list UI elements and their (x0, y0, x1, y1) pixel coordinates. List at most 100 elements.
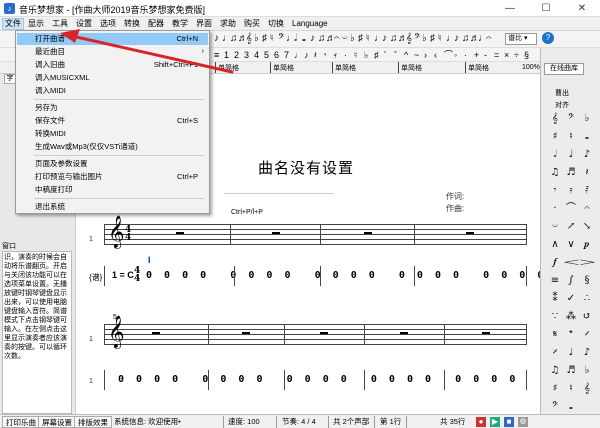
toolbar-symbol-button[interactable]: ♯ (374, 49, 379, 61)
toolbar-symbol-button[interactable]: ʼ (384, 49, 386, 61)
toolbar-note-button[interactable]: ♪ (454, 33, 459, 45)
palette-symbol-button[interactable]: 𝄾 (548, 184, 562, 197)
toolbar-note-button[interactable]: 𝅗𝅥 (294, 33, 297, 45)
key-signature[interactable]: 1 = C (112, 270, 134, 280)
toolbar-note-button[interactable]: ♪ (382, 33, 387, 45)
palette-symbol-button[interactable]: ↘ (580, 220, 594, 233)
close-button[interactable]: ✕ (564, 0, 600, 17)
output-label[interactable]: 曹出 (555, 88, 569, 98)
palette-symbol-button[interactable]: 𝅗𝅥 (548, 148, 562, 161)
palette-symbol-button[interactable]: ♮ (564, 382, 578, 395)
toolbar-symbol-button[interactable]: ‹ (434, 49, 437, 61)
palette-symbol-button[interactable]: ∨ (564, 238, 578, 251)
palette-symbol-button[interactable]: 𝆑 (548, 256, 562, 269)
menu-language[interactable]: Language (290, 18, 330, 30)
score-title[interactable]: 曲名没有设置 (258, 157, 354, 178)
menu-exit[interactable]: 退出系统 (17, 201, 208, 213)
tab-screen-settings[interactable]: 屏幕设置 (38, 416, 76, 428)
palette-symbol-button[interactable]: ♭ (580, 112, 594, 125)
toolbar-symbol-button[interactable]: 6 (274, 49, 279, 61)
palette-symbol-button[interactable]: 𝄽 (580, 166, 594, 179)
menu-orchestration[interactable]: 配器 (146, 18, 166, 30)
toolbar-symbol-button[interactable]: ~ (414, 49, 419, 61)
palette-symbol-button[interactable]: ♭ (580, 364, 594, 377)
palette-symbol-button[interactable]: 𝄢 (564, 112, 578, 125)
palette-symbol-button[interactable]: ⁂ (564, 310, 578, 323)
palette-symbol-button[interactable]: 𝅝 (580, 130, 594, 143)
palette-symbol-button[interactable]: ♬ (564, 166, 578, 179)
palette-symbol-button[interactable]: ♮ (564, 130, 578, 143)
toolbar-symbol-button[interactable]: ∙ (464, 49, 467, 61)
palette-symbol-button[interactable]: ∴ (580, 292, 594, 305)
palette-symbol-button[interactable]: ♫ (548, 364, 562, 377)
online-library-button[interactable]: 在线曲库 (544, 63, 584, 75)
toolbar-note-button[interactable]: 𝄐 (334, 33, 340, 45)
toolbar-symbol-button[interactable]: ^ (404, 49, 408, 61)
palette-symbol-button[interactable]: ♪ (580, 346, 594, 359)
palette-symbol-button[interactable]: 𝄞 (548, 112, 562, 125)
palette-symbol-button[interactable]: 𝄿 (564, 184, 578, 197)
settings-icon[interactable]: ⚙ (518, 417, 528, 427)
toolbar-note-button[interactable]: 𝄞 (246, 33, 252, 45)
toolbar-symbol-button[interactable]: 2 (234, 49, 239, 61)
toolbar-note-button[interactable]: 𝄢 (414, 33, 420, 45)
palette-symbol-button[interactable]: 𝆒 (564, 256, 579, 269)
toolbar-symbol-button[interactable]: - (484, 49, 487, 61)
toolbar-note-button[interactable]: 𝄢 (278, 33, 284, 45)
jianpu-notes-row[interactable]: 0 0 0 0 0 0 0 0 0 0 0 0 0 0 0 0 0 0 0 0 (146, 270, 543, 281)
palette-symbol-button[interactable]: 𝄞 (580, 382, 594, 395)
toolbar-note-button[interactable]: ♫ (318, 33, 326, 45)
menu-import-musicxml[interactable]: 调入MUSICXML (17, 72, 208, 84)
palette-symbol-button[interactable]: ∫ (564, 274, 578, 287)
palette-symbol-button[interactable]: 𝄌 (564, 328, 578, 341)
menu-import-midi[interactable]: 调入MIDI (17, 85, 208, 97)
palette-symbol-button[interactable]: 𝅀 (580, 184, 594, 197)
toolbar-symbol-button[interactable]: + (474, 49, 479, 61)
toolbar-note-button[interactable]: 𝅝 (302, 33, 306, 45)
toolbar-symbol-button[interactable]: ♭ (364, 49, 368, 61)
palette-symbol-button[interactable]: 𝄑 (548, 220, 562, 233)
tab-layout-effect[interactable]: 排版效果 (74, 416, 112, 428)
palette-symbol-button[interactable]: · (548, 202, 562, 215)
menu-view[interactable]: 显示 (26, 18, 46, 30)
menu-convert[interactable]: 转换 (122, 18, 142, 30)
toolbar-note-button[interactable]: ♫ (390, 33, 398, 45)
toolbar-symbol-button[interactable]: · (344, 49, 347, 61)
toolbar-note-button[interactable]: ♭ (254, 33, 259, 45)
toolbar-note-button[interactable]: ♯ (430, 33, 435, 45)
toolbar-symbol-button[interactable]: 4 (254, 49, 259, 61)
toolbar-note-button[interactable]: ♫ (230, 33, 238, 45)
palette-symbol-button[interactable]: 𝄢 (548, 400, 562, 413)
toolbar-note-button[interactable]: ♭ (350, 33, 355, 45)
palette-symbol-button[interactable]: § (580, 274, 594, 287)
menu-open-score[interactable]: 打开曲谱 Ctrl+N (17, 33, 208, 45)
toolbar-note-button[interactable]: ♯ (262, 33, 267, 45)
menu-interface[interactable]: 界面 (194, 18, 214, 30)
palette-symbol-button[interactable]: ⌒ (564, 202, 578, 215)
toolbar-symbol-button[interactable]: ♪ (304, 49, 309, 61)
toolbar-note-button[interactable]: ♮ (366, 33, 370, 45)
toolbar-note-button[interactable]: 𝄞 (406, 33, 412, 45)
record-icon[interactable]: ● (476, 417, 486, 427)
menu-print-preview[interactable]: 打印预览与输出图片 Ctrl+P (17, 171, 208, 183)
toolbar-symbol-button[interactable]: 5 (264, 49, 269, 61)
palette-symbol-button[interactable]: ∧ (548, 238, 562, 251)
toolbar-note-button[interactable]: ♮ (438, 33, 442, 45)
menu-save-as[interactable]: 另存为 (17, 102, 208, 114)
menu-settings[interactable]: 设置 (74, 18, 94, 30)
toolbar-symbol-button[interactable]: ♩ (294, 49, 303, 61)
palette-symbol-button[interactable]: ✓ (564, 292, 578, 305)
menu-import-old[interactable]: 调入旧曲 Shift+Ctrl+F1 (17, 59, 208, 71)
toolbar-symbol-button[interactable]: ≡ (214, 49, 219, 61)
menu-options[interactable]: 选项 (98, 18, 118, 30)
palette-symbol-button[interactable]: ♬ (564, 364, 578, 377)
palette-symbol-button[interactable]: ↺ (580, 310, 594, 323)
menu-save[interactable]: 保存文件 Ctrl+S (17, 115, 208, 127)
palette-symbol-button[interactable]: ⁑ (548, 292, 562, 305)
toolbar-note-button[interactable]: 𝄐 (486, 33, 492, 45)
toolbar-symbol-button[interactable]: 𝄾 (324, 49, 326, 61)
menu-help[interactable]: 求助 (218, 18, 238, 30)
palette-symbol-button[interactable]: 𝄐 (580, 202, 594, 215)
toolbar-note-button[interactable]: 𝄑 (342, 33, 348, 45)
menu-file[interactable]: 文件 (2, 18, 24, 30)
